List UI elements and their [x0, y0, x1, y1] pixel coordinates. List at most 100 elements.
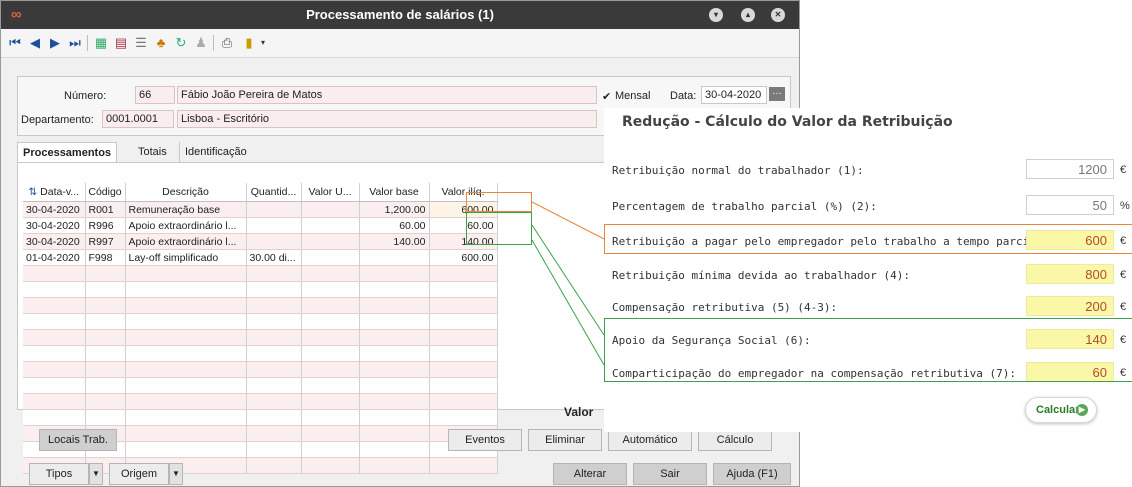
calculator-icon[interactable]: ▤	[113, 35, 129, 51]
empty-table-row	[23, 313, 498, 330]
column-header-descricao[interactable]: Descrição	[125, 183, 247, 202]
alterar-button[interactable]: Alterar	[553, 463, 627, 485]
table-row[interactable]: 30-04-2020 R001 Remuneração base 1,200.0…	[23, 201, 498, 218]
check-icon[interactable]: ✔	[602, 90, 611, 103]
empty-cell	[359, 313, 430, 330]
cell-code: R001	[85, 201, 126, 218]
unit-label: %	[1120, 200, 1130, 212]
minimize-icon[interactable]: ▾	[709, 8, 723, 22]
column-header-quantidade[interactable]: Quantid...	[246, 183, 302, 202]
toolbar-separator	[87, 35, 88, 51]
empty-cell	[85, 409, 126, 426]
previous-record-icon[interactable]: ◀	[27, 35, 43, 51]
maximize-icon[interactable]: ▴	[741, 8, 755, 22]
title-bar: ∞ Processamento de salários (1) ▾ ▴ ✕	[1, 1, 799, 29]
eventos-button[interactable]: Eventos	[448, 429, 522, 451]
print-icon[interactable]: ⎙	[219, 35, 235, 51]
cell-quantity	[246, 217, 302, 234]
empty-table-row	[23, 377, 498, 394]
refresh-icon[interactable]: ↻	[173, 35, 189, 51]
list-icon[interactable]: ☰	[133, 35, 149, 51]
empty-cell	[23, 297, 86, 314]
departamento-code-field[interactable]: 0001.0001	[102, 110, 174, 128]
cell-description: Apoio extraordinário l...	[125, 217, 247, 234]
table-row[interactable]: 01-04-2020 F998 Lay-off simplificado 30.…	[23, 249, 498, 266]
locais-trab-button[interactable]: Locais Trab.	[39, 429, 117, 451]
numero-field[interactable]: 66	[135, 86, 175, 104]
empty-cell	[429, 297, 498, 314]
tab-processamentos[interactable]: Processamentos	[17, 142, 118, 164]
empty-cell	[125, 281, 247, 298]
empty-cell	[246, 441, 302, 458]
empty-cell	[85, 313, 126, 330]
empty-cell	[23, 361, 86, 378]
pin-icon[interactable]: ♟	[193, 35, 209, 51]
empty-cell	[359, 281, 430, 298]
toolbar: ⏮ ◀ ▶ ⏭ ▦ ▤ ☰ ♣ ↻ ♟ ⎙ ▮ ▾	[1, 29, 799, 58]
empty-table-row	[23, 281, 498, 298]
first-record-icon[interactable]: ⏮	[7, 35, 23, 51]
tab-totais[interactable]: Totais	[133, 142, 172, 162]
empty-cell	[429, 409, 498, 426]
column-header-data[interactable]: ⇅ Data-v...	[23, 183, 86, 202]
empty-cell	[301, 297, 360, 314]
table-row[interactable]: 30-04-2020 R996 Apoio extraordinário l..…	[23, 217, 498, 234]
orange-highlight-row	[604, 224, 1132, 254]
sort-icon: ⇅	[28, 186, 38, 198]
empty-cell	[429, 265, 498, 282]
cell-gross-value: 600.00	[429, 249, 498, 266]
empty-cell	[23, 329, 86, 346]
empty-cell	[246, 265, 302, 282]
empty-table-row	[23, 345, 498, 362]
calcular-button[interactable]: Calcular ▶	[1025, 397, 1097, 423]
retribuicao-normal-field[interactable]: 1200	[1026, 159, 1114, 179]
empty-cell	[246, 425, 302, 442]
ajuda-button[interactable]: Ajuda (F1)	[713, 463, 791, 485]
empty-cell	[429, 329, 498, 346]
cell-date: 01-04-2020	[23, 249, 86, 266]
table-row[interactable]: 30-04-2020 R997 Apoio extraordinário l..…	[23, 233, 498, 250]
origem-dropdown-icon[interactable]: ▼	[169, 463, 183, 485]
orange-highlight-cell	[466, 192, 532, 212]
cell-unit-value	[301, 249, 360, 266]
empty-table-row	[23, 329, 498, 346]
cell-date: 30-04-2020	[23, 217, 86, 234]
empty-cell	[301, 329, 360, 346]
percentagem-field[interactable]: 50	[1026, 195, 1114, 215]
empty-cell	[85, 377, 126, 394]
empty-cell	[429, 377, 498, 394]
empty-cell	[301, 457, 360, 474]
row-label-compensacao: Compensação retributiva (5) (4-3):	[612, 301, 838, 314]
next-record-icon[interactable]: ▶	[47, 35, 63, 51]
calculo-button[interactable]: Cálculo	[698, 429, 772, 451]
eliminar-button[interactable]: Eliminar	[528, 429, 602, 451]
column-header-codigo[interactable]: Código	[85, 183, 126, 202]
sair-button[interactable]: Sair	[633, 463, 707, 485]
empty-cell	[23, 265, 86, 282]
cell-quantity: 30.00 di...	[246, 249, 302, 266]
empty-cell	[359, 377, 430, 394]
toolbar-separator	[213, 35, 214, 51]
empty-cell	[301, 281, 360, 298]
date-field[interactable]: 30-04-2020	[701, 86, 767, 104]
last-record-icon[interactable]: ⏭	[67, 35, 83, 51]
date-picker-icon[interactable]: …	[769, 87, 785, 101]
empty-cell	[125, 329, 247, 346]
empty-cell	[246, 361, 302, 378]
close-icon[interactable]: ✕	[771, 8, 785, 22]
tipos-button[interactable]: Tipos	[29, 463, 89, 485]
chevron-down-icon[interactable]: ▾	[255, 35, 271, 51]
empty-cell	[23, 393, 86, 410]
automatico-button[interactable]: Automático	[608, 429, 692, 451]
cell-description: Remuneração base	[125, 201, 247, 218]
cell-unit-value	[301, 217, 360, 234]
users-icon[interactable]: ♣	[153, 35, 169, 51]
cell-code: R996	[85, 217, 126, 234]
spreadsheet-icon[interactable]: ▦	[93, 35, 109, 51]
tab-identificacao[interactable]: Identificação	[179, 142, 252, 162]
empty-cell	[246, 377, 302, 394]
tipos-dropdown-icon[interactable]: ▼	[89, 463, 103, 485]
column-header-valor-unitario[interactable]: Valor U...	[301, 183, 360, 202]
origem-button[interactable]: Origem	[109, 463, 169, 485]
column-header-valor-base[interactable]: Valor base	[359, 183, 430, 202]
